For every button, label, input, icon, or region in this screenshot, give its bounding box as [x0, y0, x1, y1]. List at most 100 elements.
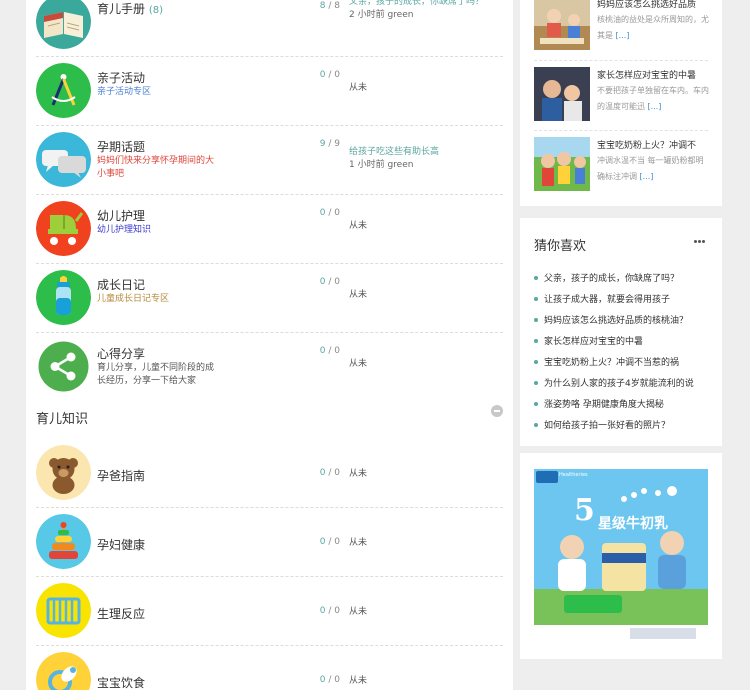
last-post: 从未	[349, 82, 499, 95]
stats-total: 9	[334, 139, 340, 149]
ad-widget: Healtheries 5 星级牛初乳	[520, 453, 722, 659]
stats-new: 0	[319, 675, 326, 685]
forum-row[interactable]: 心得分享 育儿分享，儿童不同阶段的成长经历，分享一下给大家 0 / 0 从未	[36, 333, 503, 402]
last-post-never: 从未	[349, 221, 368, 231]
forum-title[interactable]: 宝宝饮食	[97, 674, 145, 690]
last-post-link[interactable]: 父亲，孩子的成长，你缺席了吗？	[349, 0, 499, 9]
stats-sep: /	[328, 1, 332, 11]
read-more-link[interactable]: [...]	[616, 31, 630, 40]
list-item[interactable]: 父亲，孩子的成长，你缺席了吗？	[534, 271, 714, 292]
stats-total: 0	[334, 70, 340, 80]
forum-title[interactable]: 孕妇健康	[97, 536, 145, 553]
forum-title[interactable]: 亲子活动	[97, 69, 145, 86]
compass-icon[interactable]	[36, 63, 91, 118]
news-title[interactable]: 宝宝吃奶粉上火？冲调不	[597, 138, 709, 151]
news-title[interactable]: 家长怎样应对宝宝的中暑	[597, 68, 709, 81]
book-icon[interactable]	[36, 0, 91, 49]
forum-title[interactable]: 成长日记	[97, 276, 145, 293]
stats-new: 0	[319, 346, 326, 356]
list-item[interactable]: 如何给孩子拍一张好看的照片？	[534, 418, 714, 439]
forum-title[interactable]: 心得分享	[97, 345, 145, 362]
stats-sep: /	[328, 346, 332, 356]
ring-stacker-icon[interactable]	[36, 514, 91, 569]
forum-title[interactable]: 孕期话题	[97, 138, 145, 155]
list-item[interactable]: 让孩子成大器，就要会得用孩子	[534, 292, 714, 313]
stats-total: 0	[334, 537, 340, 547]
guess-widget: 猜你喜欢 父亲，孩子的成长，你缺席了吗？ 让孩子成大器，就要会得用孩子 妈妈应该…	[520, 218, 722, 446]
news-summary: 核桃油的益处是众所周知的，尤其是 [...]	[597, 12, 709, 44]
last-post-link[interactable]: 给孩子吃这些有助长高	[349, 146, 499, 159]
last-post: 从未	[349, 468, 499, 481]
last-post: 父亲，孩子的成长，你缺席了吗？ 2 小时前 green	[349, 0, 499, 22]
share-icon[interactable]	[36, 339, 91, 394]
news-summary-text: 核桃油的益处是众所周知的，尤其是	[597, 15, 709, 40]
forum-stats: 0 / 0	[288, 606, 340, 616]
forum-stats: 0 / 0	[288, 208, 340, 218]
forum-row[interactable]: 宝宝饮食 0 / 0 从未	[36, 646, 503, 690]
list-item[interactable]: 涨姿势咯 孕期健康角度大揭秘	[534, 397, 714, 418]
forum-row[interactable]: 生理反应 0 / 0 从未	[36, 577, 503, 646]
chat-bubble-icon[interactable]	[36, 132, 91, 187]
forum-row[interactable]: 成长日记 儿童成长日记专区 0 / 0 从未	[36, 264, 503, 333]
forum-title[interactable]: 生理反应	[97, 605, 145, 622]
stats-sep: /	[328, 537, 332, 547]
stats-sep: /	[328, 208, 332, 218]
last-post-never: 从未	[349, 538, 368, 548]
widget-title: 猜你喜欢	[534, 239, 587, 254]
forum-row[interactable]: 育儿手册 (8) 8 / 8 父亲，孩子的成长，你缺席了吗？ 2 小时前 gre…	[36, 0, 503, 57]
forum-stats: 0 / 0	[288, 346, 340, 356]
stats-new: 0	[319, 277, 326, 287]
crib-icon[interactable]	[36, 583, 91, 638]
forum-title-text[interactable]: 育儿手册	[97, 2, 145, 16]
last-post: 从未	[349, 675, 499, 688]
collapse-icon[interactable]	[491, 405, 503, 417]
forum-title[interactable]: 育儿手册 (8)	[97, 0, 163, 17]
stats-total: 0	[334, 468, 340, 478]
news-item[interactable]: 妈妈应该怎么挑选好品质 核桃油的益处是众所周知的，尤其是 [...]	[534, 0, 714, 54]
forum-row[interactable]: 孕爸指南 0 / 0 从未	[36, 439, 503, 508]
read-more-link[interactable]: [...]	[648, 102, 662, 111]
stats-total: 0	[334, 675, 340, 685]
pacifier-icon[interactable]	[36, 652, 91, 690]
last-post-never: 从未	[349, 359, 368, 369]
last-post: 从未	[349, 358, 499, 371]
forum-stats: 0 / 0	[288, 675, 340, 685]
ad-big-number: 5	[574, 493, 595, 528]
forum-desc: 育儿分享，儿童不同阶段的成长经历，分享一下给大家	[97, 363, 215, 386]
last-post-meta: 2 小时前 green	[349, 10, 414, 20]
divider	[534, 130, 708, 131]
last-post-never: 从未	[349, 607, 368, 617]
forum-desc: 儿童成长日记专区	[97, 294, 170, 304]
forum-row[interactable]: 幼儿护理 幼儿护理知识 0 / 0 从未	[36, 195, 503, 264]
news-widget: 妈妈应该怎么挑选好品质 核桃油的益处是众所周知的，尤其是 [...] 家长怎样应…	[520, 0, 722, 206]
list-item[interactable]: 家长怎样应对宝宝的中暑	[534, 334, 714, 355]
news-thumbnail[interactable]	[534, 67, 590, 121]
more-options-icon[interactable]	[694, 240, 708, 244]
forum-title[interactable]: 孕爸指南	[97, 467, 145, 484]
forum-row[interactable]: 孕期话题 妈妈们快来分享怀孕期间的大小事吧 9 / 9 给孩子吃这些有助长高 1…	[36, 126, 503, 195]
forum-count: (8)	[148, 5, 164, 16]
stroller-icon[interactable]	[36, 201, 91, 256]
news-title[interactable]: 妈妈应该怎么挑选好品质	[597, 0, 709, 10]
last-post: 从未	[349, 537, 499, 550]
forum-desc: 妈妈们快来分享怀孕期间的大小事吧	[97, 156, 215, 179]
teddy-bear-icon[interactable]	[36, 445, 91, 500]
list-item[interactable]: 为什么别人家的孩子4岁就能流利的说	[534, 376, 714, 397]
ad-banner[interactable]: Healtheries 5 星级牛初乳	[534, 469, 708, 642]
read-more-link[interactable]: [...]	[640, 172, 654, 181]
list-item[interactable]: 宝宝吃奶粉上火？冲调不当惹的祸	[534, 355, 714, 376]
section-header: 育儿知识	[36, 400, 503, 432]
forum-stats: 0 / 0	[288, 468, 340, 478]
baby-bottle-icon[interactable]	[36, 270, 91, 325]
news-item[interactable]: 宝宝吃奶粉上火？冲调不 冲调水温不当 每一罐奶粉都明确标注冲调 [...]	[534, 137, 714, 195]
news-thumbnail[interactable]	[534, 0, 590, 50]
stats-new: 8	[319, 1, 326, 11]
news-thumbnail[interactable]	[534, 137, 590, 191]
forum-title[interactable]: 幼儿护理	[97, 207, 145, 224]
forum-row[interactable]: 亲子活动 亲子活动专区 0 / 0 从未	[36, 57, 503, 126]
news-item[interactable]: 家长怎样应对宝宝的中暑 不要把孩子单独留在车内。车内的温度可能迅 [...]	[534, 67, 714, 125]
last-post: 从未	[349, 289, 499, 302]
forum-row[interactable]: 孕妇健康 0 / 0 从未	[36, 508, 503, 577]
last-post-never: 从未	[349, 83, 368, 93]
list-item[interactable]: 妈妈应该怎么挑选好品质的核桃油？	[534, 313, 714, 334]
